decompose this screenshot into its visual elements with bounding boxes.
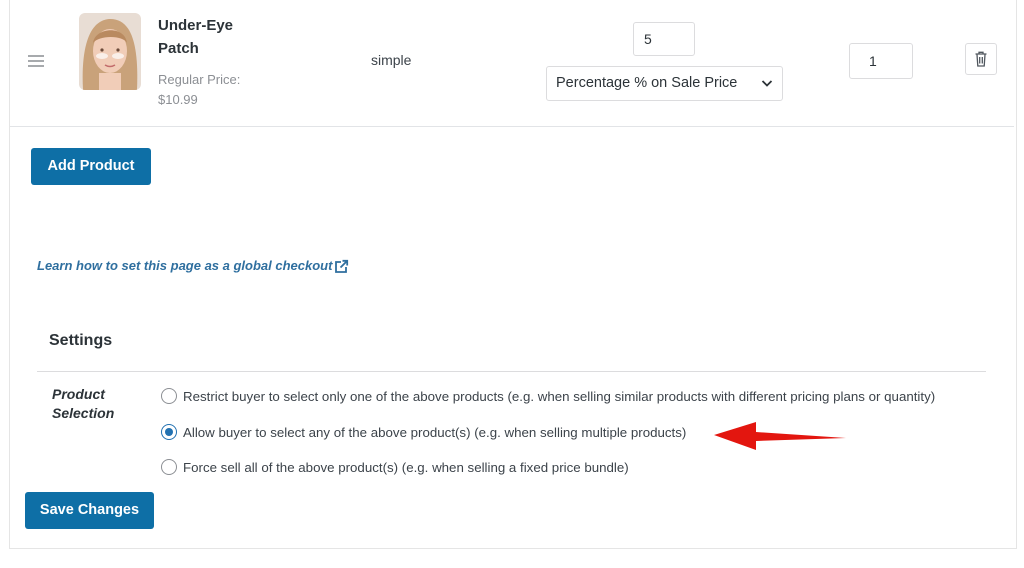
- quantity-input[interactable]: [849, 43, 913, 79]
- settings-divider: [37, 371, 986, 372]
- product-selection-label-line2: Selection: [52, 405, 115, 421]
- radio-option-force-all[interactable]: Force sell all of the above product(s) (…: [161, 459, 629, 475]
- product-selection-label-line1: Product: [52, 386, 105, 402]
- radio-option-allow-any[interactable]: Allow buyer to select any of the above p…: [161, 424, 686, 440]
- settings-title: Settings: [49, 332, 113, 349]
- product-thumbnail: [79, 13, 141, 90]
- product-selection-label: Product Selection: [52, 385, 142, 423]
- discount-type-selected: Percentage % on Sale Price: [556, 75, 738, 91]
- global-checkout-link[interactable]: Learn how to set this page as a global c…: [37, 258, 332, 273]
- remove-product-button[interactable]: [965, 43, 997, 75]
- product-name-line1: Under-Eye: [158, 17, 234, 34]
- radio-option-restrict-one[interactable]: Restrict buyer to select only one of the…: [161, 388, 935, 404]
- regular-price-value: $10.99: [158, 92, 198, 107]
- drag-handle-icon[interactable]: [28, 55, 44, 70]
- external-link-icon[interactable]: [333, 259, 349, 275]
- regular-price-label: Regular Price:: [158, 72, 241, 87]
- radio-option-label: Restrict buyer to select only one of the…: [183, 388, 936, 404]
- chevron-down-icon: [761, 80, 773, 87]
- radio-option-label: Force sell all of the above product(s) (…: [183, 459, 629, 475]
- radio-button[interactable]: [161, 388, 177, 404]
- red-arrow-annotation: [714, 422, 846, 450]
- add-product-button[interactable]: Add Product: [31, 148, 151, 185]
- discount-type-select[interactable]: Percentage % on Sale Price: [546, 66, 783, 101]
- product-price: Regular Price: $10.99: [158, 70, 268, 110]
- product-name-line2: Patch: [158, 40, 199, 57]
- discount-value-input[interactable]: [633, 22, 695, 56]
- radio-option-label: Allow buyer to select any of the above p…: [183, 424, 687, 440]
- save-changes-button[interactable]: Save Changes: [25, 492, 154, 529]
- product-name: Under-Eye Patch: [158, 14, 268, 60]
- radio-button-selected[interactable]: [161, 424, 177, 440]
- product-type: simple: [371, 52, 412, 68]
- row-divider: [10, 126, 1014, 127]
- trash-icon: [975, 51, 987, 67]
- radio-button[interactable]: [161, 459, 177, 475]
